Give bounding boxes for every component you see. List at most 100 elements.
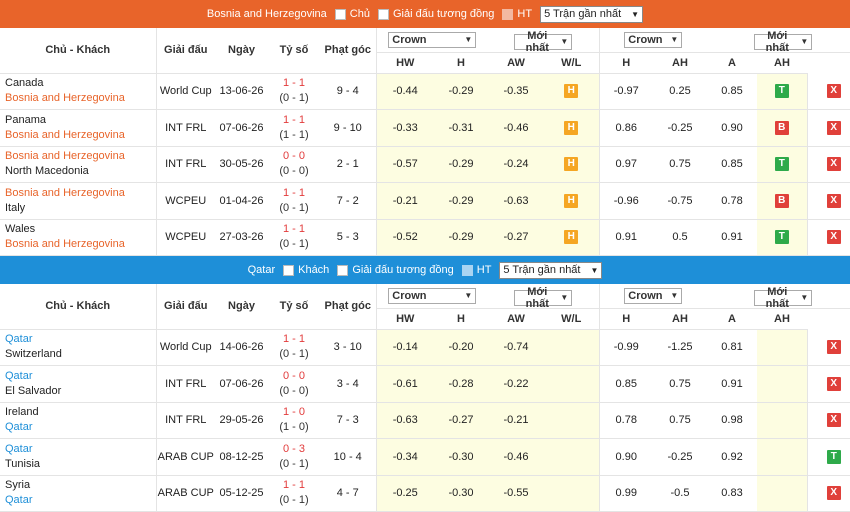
full-time-score[interactable]: 1 - 0	[268, 405, 320, 420]
select-value: 5 Trận gần nhất	[503, 264, 581, 276]
ah-bookmaker-select[interactable]: Crown ▼	[624, 287, 683, 304]
home-filter-checkbox[interactable]: Chủ	[334, 8, 370, 20]
checkbox-icon[interactable]	[337, 264, 349, 276]
match-count-select[interactable]: 5 Trận gần nhất ▼	[540, 5, 644, 23]
home-team[interactable]: Qatar	[5, 332, 156, 347]
aw-cell: -0.24	[488, 146, 544, 183]
home-team[interactable]: Wales	[5, 222, 156, 237]
checkbox-icon[interactable]	[461, 264, 473, 276]
date-cell: 01-04-26	[215, 182, 268, 220]
corner-cell: 7 - 2	[320, 182, 376, 220]
h2-cell: -0.99	[598, 329, 653, 366]
away-team[interactable]: Qatar	[5, 420, 156, 435]
bookmaker-select[interactable]: Crown ▼	[388, 31, 477, 48]
league-filter-checkbox[interactable]: Giải đấu tương đồng	[377, 8, 494, 20]
wl-cell	[544, 329, 599, 366]
score-cell: 1 - 1 (1 - 1)	[268, 109, 320, 147]
col-corner: Phạt góc	[320, 28, 376, 74]
checkbox-icon[interactable]	[283, 264, 295, 276]
half-time-score: (0 - 1)	[279, 494, 309, 507]
corner-cell: 4 - 7	[320, 475, 376, 512]
chevron-down-icon: ▼	[800, 293, 809, 303]
col-h2: H	[598, 52, 653, 74]
full-time-score[interactable]: 1 - 1	[268, 222, 320, 237]
league-filter-checkbox[interactable]: Giải đấu tương đồng	[337, 264, 454, 276]
half-time-score: (0 - 0)	[279, 165, 309, 178]
home-team[interactable]: Canada	[5, 76, 156, 91]
bookmaker-select[interactable]: Crown ▼	[388, 287, 477, 304]
half-time-score: (0 - 0)	[279, 384, 309, 397]
col-score: Tỷ số	[268, 284, 320, 330]
half-time-score: (0 - 1)	[279, 457, 309, 470]
full-time-score[interactable]: 1 - 1	[268, 76, 320, 91]
wl-cell: H	[544, 182, 599, 220]
ht-filter-checkbox[interactable]: HT	[461, 264, 491, 276]
away-team[interactable]: Tunisia	[5, 457, 156, 472]
ht-filter-checkbox[interactable]: HT	[502, 8, 532, 20]
matches-table: Chủ - Khách Giải đấu Ngày Tỷ số Phạt góc…	[0, 28, 850, 256]
odds-time-select[interactable]: Mới nhất ▼	[514, 286, 573, 310]
date-cell: 29-05-26	[215, 402, 268, 439]
home-team[interactable]: Ireland	[5, 405, 156, 420]
home-team[interactable]: Bosnia and Herzegovina	[5, 149, 156, 164]
a-cell: 0.83	[707, 475, 757, 512]
result-badge: H	[564, 84, 579, 99]
home-team[interactable]: Qatar	[5, 442, 156, 457]
away-team[interactable]: Bosnia and Herzegovina	[5, 237, 156, 252]
ah-time-select[interactable]: Mới nhất ▼	[754, 286, 813, 310]
handicap-badge: B	[774, 120, 789, 135]
aw-cell: -0.74	[488, 329, 544, 366]
full-time-score[interactable]: 1 - 1	[268, 186, 320, 201]
col-ah2: AH	[757, 308, 807, 330]
away-team[interactable]: Italy	[5, 201, 156, 216]
league-cell: INT FRL	[155, 365, 215, 403]
full-time-score[interactable]: 1 - 1	[268, 113, 320, 128]
ah-time-select[interactable]: Mới nhất ▼	[754, 30, 813, 54]
over-under-badge: X	[826, 193, 841, 208]
half-time-score: (0 - 1)	[279, 201, 309, 214]
away-team[interactable]: El Salvador	[5, 384, 156, 399]
over-under-badge: X	[826, 230, 841, 245]
away-team[interactable]: Qatar	[5, 493, 156, 508]
full-time-score[interactable]: 0 - 0	[268, 369, 320, 384]
away-team[interactable]: Bosnia and Herzegovina	[5, 128, 156, 143]
h2-cell: 0.97	[598, 146, 653, 183]
full-time-score[interactable]: 0 - 3	[268, 442, 320, 457]
away-team[interactable]: North Macedonia	[5, 164, 156, 179]
full-time-score[interactable]: 1 - 1	[268, 332, 320, 347]
ah-bookmaker-select[interactable]: Crown ▼	[624, 31, 683, 48]
full-time-score[interactable]: 1 - 1	[268, 478, 320, 493]
chevron-down-icon: ▼	[800, 37, 809, 47]
league-cell: INT FRL	[155, 146, 215, 183]
teams-cell: Qatar Switzerland	[0, 329, 156, 366]
ah2-cell: T	[757, 146, 807, 183]
away-team[interactable]: Switzerland	[5, 347, 156, 362]
h2-cell: 0.78	[598, 402, 653, 439]
teams-cell: Bosnia and Herzegovina North Macedonia	[0, 146, 156, 183]
table-row: Qatar Tunisia ARAB CUP 08-12-25 0 - 3 (0…	[0, 438, 850, 476]
home-team[interactable]: Syria	[5, 478, 156, 493]
h2-cell: 0.90	[598, 438, 653, 476]
teams-cell: Qatar Tunisia	[0, 438, 156, 476]
half-time-score: (0 - 1)	[279, 92, 309, 105]
league-cell: WCPEU	[155, 182, 215, 220]
checkbox-icon[interactable]	[334, 8, 346, 20]
home-team[interactable]: Bosnia and Herzegovina	[5, 186, 156, 201]
ah2-cell: B	[757, 182, 807, 220]
checkbox-icon[interactable]	[377, 8, 389, 20]
ah2-cell: T	[757, 219, 807, 256]
aw-cell: -0.22	[488, 365, 544, 403]
matches-table: Chủ - Khách Giải đấu Ngày Tỷ số Phạt góc…	[0, 284, 850, 512]
full-time-score[interactable]: 0 - 0	[268, 149, 320, 164]
home-team[interactable]: Qatar	[5, 369, 156, 384]
match-count-select[interactable]: 5 Trận gần nhất ▼	[499, 261, 603, 279]
col-aw: AW	[488, 52, 544, 74]
away-team[interactable]: Bosnia and Herzegovina	[5, 91, 156, 106]
checkbox-label: HT	[517, 8, 533, 20]
h2-cell: 0.86	[598, 109, 653, 147]
home-filter-checkbox[interactable]: Khách	[283, 264, 329, 276]
odds-time-select[interactable]: Mới nhất ▼	[514, 30, 573, 54]
score-cell: 1 - 1 (0 - 1)	[268, 475, 320, 512]
checkbox-icon[interactable]	[502, 8, 514, 20]
home-team[interactable]: Panama	[5, 113, 156, 128]
